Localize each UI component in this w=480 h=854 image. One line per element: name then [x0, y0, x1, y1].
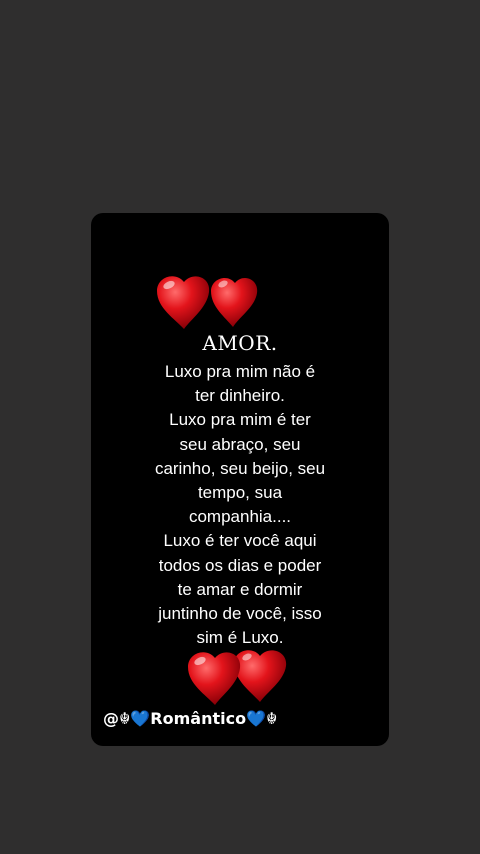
post-text-line: juntinho de você, isso	[158, 604, 322, 624]
author-handle: @☬💙Romântico💙☬	[103, 709, 278, 728]
post-card: AMOR. Luxo pra mim não é ter dinheiro. L…	[91, 213, 389, 746]
post-text-line: Luxo é ter você aqui	[163, 531, 317, 551]
two-hearts-icon	[153, 271, 263, 331]
status-screen[interactable]: AMOR. Luxo pra mim não é ter dinheiro. L…	[0, 0, 480, 854]
post-text-line: carinho, seu beijo, seu	[154, 458, 326, 478]
post-title: AMOR.	[202, 331, 278, 355]
post-text-line: todos os dias e poder	[158, 555, 322, 575]
post-text-line: tempo, sua	[197, 483, 283, 503]
two-hearts-icon	[184, 645, 294, 705]
post-text-line: seu abraço, seu	[179, 434, 301, 454]
post-text-line: Luxo pra mim é ter	[169, 410, 311, 430]
post-text: Luxo pra mim não é ter dinheiro. Luxo pr…	[91, 360, 389, 650]
post-text-line: ter dinheiro.	[195, 386, 285, 406]
post-text-line: te amar e dormir	[177, 579, 303, 599]
post-text-line: companhia....	[188, 507, 292, 527]
post-text-line: Luxo pra mim não é	[164, 362, 316, 381]
